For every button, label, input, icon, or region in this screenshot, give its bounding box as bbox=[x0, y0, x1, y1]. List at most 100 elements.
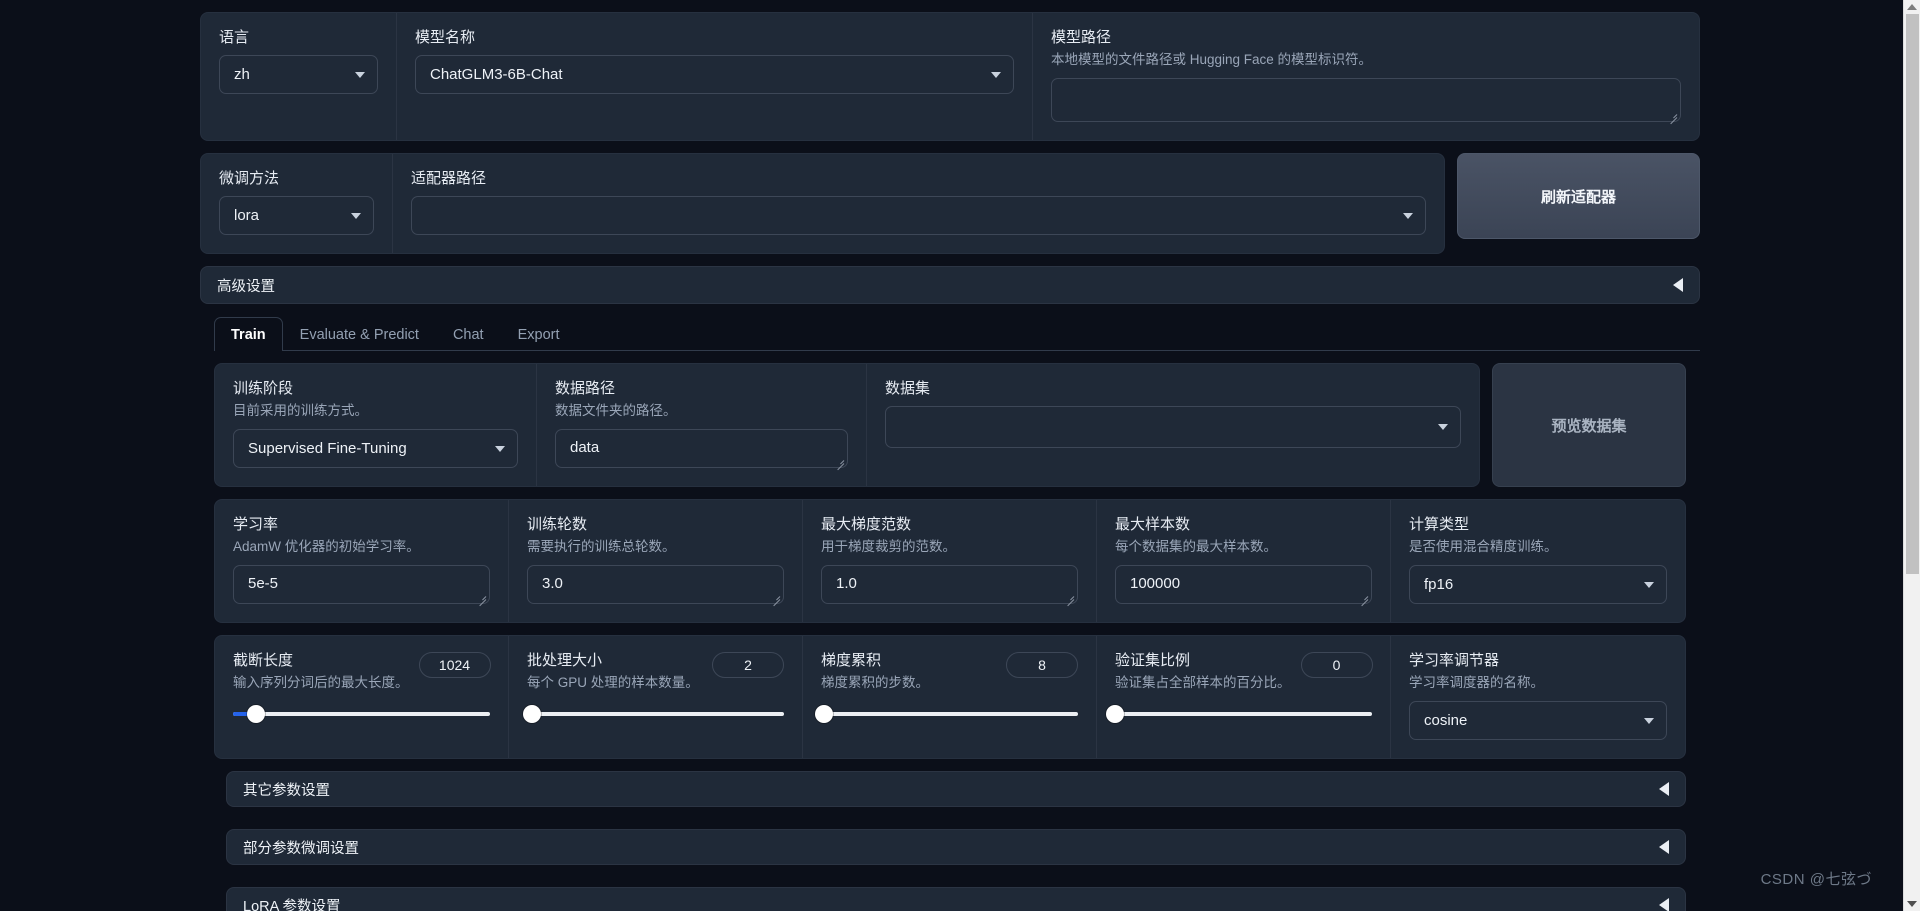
partial-finetune-accordion[interactable]: 部分参数微调设置 bbox=[226, 829, 1686, 865]
slider-knob[interactable] bbox=[1106, 705, 1124, 723]
chevron-down-icon bbox=[351, 212, 361, 219]
lora-params-accordion[interactable]: LoRA 参数设置 bbox=[226, 887, 1686, 911]
batch-size-slider[interactable] bbox=[523, 705, 784, 723]
max-samples-input[interactable]: 100000 bbox=[1115, 565, 1372, 604]
language-cell: 语言 zh bbox=[201, 13, 397, 140]
dataset-dir-label: 数据路径 bbox=[555, 380, 616, 397]
resize-grip-icon[interactable] bbox=[1667, 109, 1677, 119]
resize-grip-icon[interactable] bbox=[476, 591, 486, 601]
learning-rate-value: 5e-5 bbox=[248, 575, 279, 592]
lr-scheduler-value: cosine bbox=[1424, 712, 1468, 729]
other-params-accordion[interactable]: 其它参数设置 bbox=[226, 771, 1686, 807]
learning-rate-input[interactable]: 5e-5 bbox=[233, 565, 490, 604]
cutoff-len-number[interactable]: 1024 bbox=[418, 652, 491, 678]
stage-value: Supervised Fine-Tuning bbox=[248, 440, 407, 457]
scroll-up-arrow-icon[interactable] bbox=[1907, 4, 1917, 10]
compute-type-value: fp16 bbox=[1424, 576, 1454, 593]
epochs-cell: 训练轮数 需要执行的训练总轮数。 3.0 bbox=[509, 500, 803, 622]
dataset-dir-hint: 数据文件夹的路径。 bbox=[555, 403, 677, 418]
finetune-method-dropdown[interactable]: lora bbox=[219, 196, 374, 235]
max-samples-hint: 每个数据集的最大样本数。 bbox=[1115, 539, 1277, 554]
app-content: 语言 zh 模型名称 ChatGLM3-6B-Chat 模型路径 本地模型的文件… bbox=[200, 0, 1700, 911]
grad-accum-number[interactable]: 8 bbox=[1006, 652, 1078, 678]
advanced-settings-accordion[interactable]: 高级设置 bbox=[200, 266, 1700, 304]
lr-scheduler-hint: 学习率调度器的名称。 bbox=[1409, 675, 1544, 690]
max-grad-norm-label: 最大梯度范数 bbox=[821, 516, 912, 533]
max-samples-value: 100000 bbox=[1130, 575, 1181, 592]
model-path-hint: 本地模型的文件路径或 Hugging Face 的模型标识符。 bbox=[1051, 52, 1373, 67]
slider-rail bbox=[233, 712, 490, 716]
scrollbar-thumb[interactable] bbox=[1906, 14, 1919, 574]
train-dataset-panel: 训练阶段 目前采用的训练方式。 Supervised Fine-Tuning 数… bbox=[214, 363, 1480, 487]
epochs-input[interactable]: 3.0 bbox=[527, 565, 784, 604]
model-path-input[interactable] bbox=[1051, 78, 1681, 122]
chevron-down-icon bbox=[1403, 212, 1413, 219]
batch-size-label: 批处理大小 bbox=[527, 652, 603, 669]
tab-evaluate-predict[interactable]: Evaluate & Predict bbox=[283, 317, 436, 351]
stage-hint: 目前采用的训练方式。 bbox=[233, 403, 368, 418]
val-size-slider[interactable] bbox=[1106, 705, 1372, 723]
tab-export[interactable]: Export bbox=[501, 317, 577, 351]
language-value: zh bbox=[234, 66, 250, 83]
model-path-cell: 模型路径 本地模型的文件路径或 Hugging Face 的模型标识符。 bbox=[1033, 13, 1699, 140]
chevron-down-icon bbox=[1644, 717, 1654, 724]
chevron-down-icon bbox=[991, 71, 1001, 78]
train-accordions: 其它参数设置 部分参数微调设置 LoRA 参数设置 bbox=[214, 771, 1686, 911]
chevron-down-icon bbox=[1438, 424, 1448, 430]
compute-type-cell: 计算类型 是否使用混合精度训练。 fp16 bbox=[1391, 500, 1685, 622]
adapter-path-label: 适配器路径 bbox=[411, 170, 487, 187]
grad-accum-slider[interactable] bbox=[814, 705, 1078, 723]
dataset-dropdown[interactable] bbox=[885, 406, 1461, 448]
partial-finetune-label: 部分参数微调设置 bbox=[243, 840, 359, 857]
model-name-value: ChatGLM3-6B-Chat bbox=[430, 66, 563, 83]
finetune-method-value: lora bbox=[234, 207, 260, 224]
grad-accum-hint: 梯度累积的步数。 bbox=[821, 675, 929, 690]
page-scrollbar[interactable] bbox=[1903, 0, 1920, 911]
max-grad-norm-value: 1.0 bbox=[836, 575, 857, 592]
learning-rate-cell: 学习率 AdamW 优化器的初始学习率。 5e-5 bbox=[215, 500, 509, 622]
finetune-method-cell: 微调方法 lora bbox=[201, 154, 393, 253]
compute-type-dropdown[interactable]: fp16 bbox=[1409, 565, 1667, 604]
dataset-dir-input[interactable]: data bbox=[555, 429, 848, 468]
slider-knob[interactable] bbox=[247, 705, 266, 723]
max-grad-norm-hint: 用于梯度裁剪的范数。 bbox=[821, 539, 956, 554]
language-dropdown[interactable]: zh bbox=[219, 55, 378, 94]
cutoff-len-hint: 输入序列分词后的最大长度。 bbox=[233, 675, 409, 690]
refresh-adapters-button[interactable]: 刷新适配器 bbox=[1457, 153, 1700, 239]
val-size-number[interactable]: 0 bbox=[1300, 652, 1373, 678]
preview-dataset-button[interactable]: 预览数据集 bbox=[1492, 363, 1686, 487]
resize-grip-icon[interactable] bbox=[770, 591, 780, 601]
train-tab-panel: 训练阶段 目前采用的训练方式。 Supervised Fine-Tuning 数… bbox=[200, 351, 1700, 911]
max-grad-norm-input[interactable]: 1.0 bbox=[821, 565, 1078, 604]
model-path-label: 模型路径 bbox=[1051, 29, 1112, 46]
triangle-left-icon bbox=[1659, 898, 1669, 911]
grad-accum-cell: 梯度累积 梯度累积的步数。 8 bbox=[803, 636, 1097, 758]
lora-params-label: LoRA 参数设置 bbox=[243, 898, 341, 911]
tab-chat[interactable]: Chat bbox=[436, 317, 501, 351]
slider-knob[interactable] bbox=[814, 705, 833, 723]
other-params-label: 其它参数设置 bbox=[243, 782, 330, 799]
dataset-dir-value: data bbox=[570, 439, 600, 456]
model-name-dropdown[interactable]: ChatGLM3-6B-Chat bbox=[415, 55, 1014, 94]
scroll-down-arrow-icon[interactable] bbox=[1907, 901, 1917, 907]
cutoff-len-cell: 截断长度 输入序列分词后的最大长度。 1024 bbox=[215, 636, 509, 758]
adapter-config-panel: 微调方法 lora 适配器路径 bbox=[200, 153, 1445, 254]
resize-grip-icon[interactable] bbox=[834, 455, 844, 465]
learning-rate-label: 学习率 bbox=[233, 516, 279, 533]
max-samples-cell: 最大样本数 每个数据集的最大样本数。 100000 bbox=[1097, 500, 1391, 622]
resize-grip-icon[interactable] bbox=[1358, 591, 1368, 601]
val-size-cell: 验证集比例 验证集占全部样本的百分比。 0 bbox=[1097, 636, 1391, 758]
model-name-label: 模型名称 bbox=[415, 29, 476, 46]
lr-scheduler-label: 学习率调节器 bbox=[1409, 652, 1500, 669]
cutoff-len-slider[interactable] bbox=[233, 705, 490, 723]
stage-dropdown[interactable]: Supervised Fine-Tuning bbox=[233, 429, 518, 468]
compute-type-label: 计算类型 bbox=[1409, 516, 1470, 533]
batch-size-number[interactable]: 2 bbox=[712, 652, 784, 678]
adapter-path-dropdown[interactable] bbox=[411, 196, 1426, 235]
resize-grip-icon[interactable] bbox=[1064, 591, 1074, 601]
slider-knob[interactable] bbox=[523, 705, 542, 723]
cutoff-len-label: 截断长度 bbox=[233, 652, 294, 669]
adapter-path-cell: 适配器路径 bbox=[393, 154, 1444, 253]
lr-scheduler-dropdown[interactable]: cosine bbox=[1409, 701, 1667, 740]
tab-train[interactable]: Train bbox=[214, 317, 283, 351]
